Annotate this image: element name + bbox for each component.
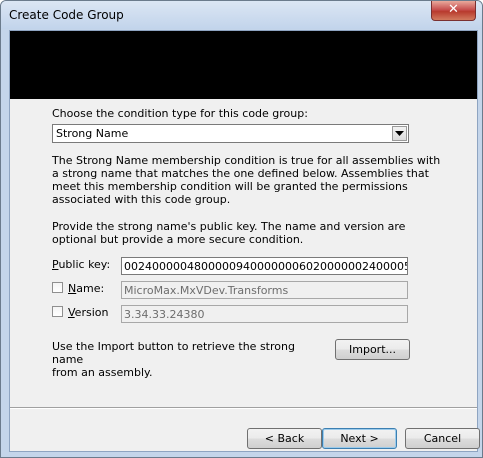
version-label: Version <box>68 306 109 319</box>
import-hint-line: from an assembly. <box>52 366 153 379</box>
name-field[interactable]: MicroMax.MxVDev.Transforms <box>121 281 408 299</box>
condition-description: The Strong Name membership condition is … <box>52 154 462 206</box>
condition-type-value: Strong Name <box>56 127 129 140</box>
close-button[interactable]: ✕ <box>431 1 476 21</box>
version-field[interactable]: 3.34.33.24380 <box>121 305 408 323</box>
provide-line: optional but provide a more secure condi… <box>52 233 304 246</box>
public-key-value: 0024000004800000940000000602000000240000… <box>124 260 407 273</box>
wizard-body: Choose the condition type for this code … <box>9 30 480 452</box>
version-checkbox[interactable] <box>52 306 63 317</box>
title-bar: Create Code Group ✕ <box>1 1 482 29</box>
description-line: associated with this code group. <box>52 193 231 206</box>
name-label: Name: <box>68 282 105 295</box>
import-button[interactable]: Import... <box>335 339 410 360</box>
next-button[interactable]: Next > <box>322 428 397 449</box>
import-hint: Use the Import button to retrieve the st… <box>52 340 322 379</box>
provide-key-text: Provide the strong name's public key. Th… <box>52 220 462 246</box>
chevron-down-icon[interactable] <box>392 126 407 141</box>
provide-line: Provide the strong name's public key. Th… <box>52 220 406 233</box>
import-hint-line: Use the Import button to retrieve the st… <box>52 340 295 366</box>
description-line: a strong name that matches the one defin… <box>52 167 429 180</box>
create-code-group-dialog: Create Code Group ✕ Choose the condition… <box>0 0 483 458</box>
condition-type-select[interactable]: Strong Name <box>52 124 409 143</box>
name-checkbox[interactable] <box>52 282 63 293</box>
footer-separator <box>10 407 477 409</box>
description-line: The Strong Name membership condition is … <box>52 154 441 167</box>
name-value: MicroMax.MxVDev.Transforms <box>124 284 289 297</box>
window-title: Create Code Group <box>9 8 124 22</box>
version-value: 3.34.33.24380 <box>124 308 205 321</box>
back-button[interactable]: < Back <box>247 428 322 449</box>
description-line: meet this membership condition will be g… <box>52 180 408 193</box>
header-banner <box>10 31 477 99</box>
condition-prompt: Choose the condition type for this code … <box>52 107 308 120</box>
public-key-label: Public key: <box>52 258 111 271</box>
public-key-field[interactable]: 0024000004800000940000000602000000240000… <box>121 257 408 275</box>
cancel-button[interactable]: Cancel <box>405 428 480 449</box>
close-icon: ✕ <box>448 2 459 17</box>
